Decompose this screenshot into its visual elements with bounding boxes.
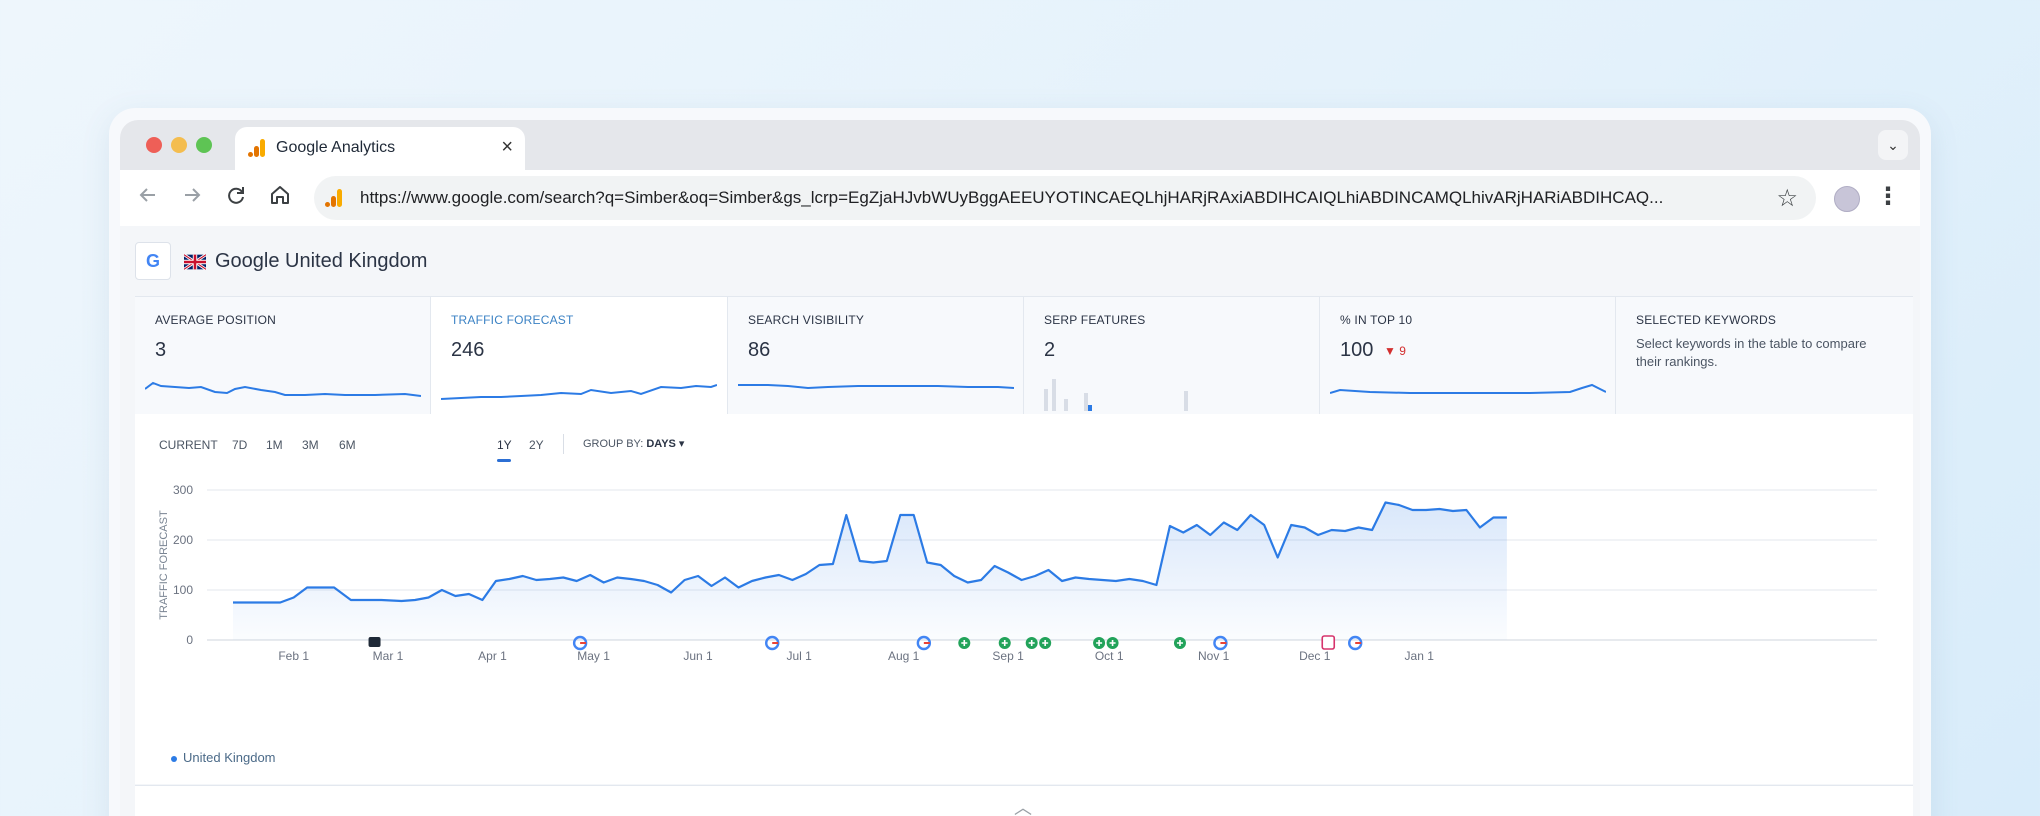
forward-icon[interactable] <box>178 184 206 212</box>
group-by-dropdown[interactable]: GROUP BY: DAYS ▾ <box>583 437 684 450</box>
y-tick-label: 100 <box>173 583 193 597</box>
range-3m[interactable]: 3M <box>302 438 319 452</box>
metrics-row: AVERAGE POSITION 3 TRAFFIC FORECAST 246 … <box>135 296 1913 415</box>
x-tick-label: Dec 1 <box>1299 649 1331 663</box>
sparkline <box>738 384 1014 390</box>
maximize-window-button[interactable] <box>196 137 212 153</box>
metric-search-visibility[interactable]: SEARCH VISIBILITY 86 <box>728 297 1024 415</box>
x-tick-label: Oct 1 <box>1095 649 1124 663</box>
google-logo-icon: G <box>135 242 171 280</box>
range-7d[interactable]: 7D <box>232 438 247 452</box>
y-tick-label: 300 <box>173 483 193 497</box>
google-analytics-icon <box>248 139 265 157</box>
x-tick-label: Jun 1 <box>683 649 713 663</box>
x-tick-label: Jan 1 <box>1405 649 1435 663</box>
y-axis-label: TRAFFIC FORECAST <box>158 510 170 620</box>
home-icon[interactable] <box>266 184 294 212</box>
y-tick-label: 200 <box>173 533 193 547</box>
metric-label: % IN TOP 10 <box>1340 313 1413 327</box>
profile-avatar[interactable] <box>1834 186 1860 212</box>
x-tick-label: Mar 1 <box>373 649 404 663</box>
metric-description: Select keywords in the table to compare … <box>1636 336 1867 369</box>
tab-search-dropdown-icon[interactable]: ⌄ <box>1878 130 1908 160</box>
tab-strip: Google Analytics × ⌄ <box>120 120 1920 170</box>
legend-label: United Kingdom <box>183 750 276 765</box>
metric-value: 2 <box>1044 339 1056 361</box>
serp-bars <box>1044 379 1188 411</box>
series-area-united-kingdom <box>233 502 1507 640</box>
browser-toolbar: https://www.google.com/search?q=Simber&o… <box>120 170 1920 226</box>
site-analytics-icon <box>325 189 342 207</box>
metric-delta: ▼ 9 <box>1384 344 1406 358</box>
x-tick-label: Feb 1 <box>278 649 309 663</box>
tab-title: Google Analytics <box>276 139 396 156</box>
collapse-bar[interactable]: ︿ <box>135 785 1913 816</box>
metric-value: 86 <box>748 339 771 361</box>
address-bar[interactable]: https://www.google.com/search?q=Simber&o… <box>314 176 1816 220</box>
more-menu-icon[interactable]: ⋮ <box>1876 182 1900 211</box>
metric-label: SEARCH VISIBILITY <box>748 313 865 327</box>
x-tick-label: Jul 1 <box>786 649 812 663</box>
region-title: Google United Kingdom <box>215 250 428 272</box>
range-6m[interactable]: 6M <box>339 438 356 452</box>
metric-value: 246 <box>451 339 485 361</box>
tab-close-icon[interactable]: × <box>501 136 513 159</box>
traffic-chart-panel: CURRENT 7D 1M 3M 6M 1Y 2Y GROUP BY: DAYS … <box>135 414 1913 784</box>
range-current[interactable]: CURRENT <box>159 438 218 452</box>
url-text[interactable]: https://www.google.com/search?q=Simber&o… <box>360 188 1760 208</box>
metric-serp-features[interactable]: SERP FEATURES 2 <box>1024 297 1320 415</box>
sparkline <box>1330 383 1606 394</box>
metric-label: TRAFFIC FORECAST <box>451 313 574 327</box>
metric-label: SERP FEATURES <box>1044 313 1146 327</box>
chevron-up-icon[interactable]: ︿ <box>1014 794 1032 816</box>
legend-item-united-kingdom[interactable]: United Kingdom <box>171 750 276 765</box>
sparkline <box>441 384 717 400</box>
note-icon <box>368 637 381 647</box>
x-tick-label: Nov 1 <box>1198 649 1230 663</box>
close-window-button[interactable] <box>146 137 162 153</box>
divider <box>563 434 564 454</box>
tab-google-analytics[interactable]: Google Analytics × <box>235 127 525 170</box>
metric-label: AVERAGE POSITION <box>155 313 277 327</box>
sparkline <box>145 381 421 397</box>
metric-traffic-forecast[interactable]: TRAFFIC FORECAST 246 <box>431 297 728 415</box>
selected-range-indicator <box>497 459 511 462</box>
range-2y[interactable]: 2Y <box>529 438 544 452</box>
range-1y[interactable]: 1Y <box>497 438 512 452</box>
metric-label: SELECTED KEYWORDS <box>1636 313 1777 327</box>
uk-flag-icon <box>184 254 206 270</box>
metric-value: 100 <box>1340 339 1374 361</box>
metric-in-top-10[interactable]: % IN TOP 10 100 ▼ 9 <box>1320 297 1616 415</box>
metric-average-position[interactable]: AVERAGE POSITION 3 <box>135 297 431 415</box>
group-by-value: DAYS ▾ <box>646 438 685 450</box>
reload-icon[interactable] <box>222 184 250 212</box>
traffic-forecast-chart: 0 100 200 300 TRAFFIC FORECAST Feb 1 Mar 1 Apr … <box>158 483 1877 663</box>
minimize-window-button[interactable] <box>171 137 187 153</box>
metric-selected-keywords: SELECTED KEYWORDS Select keywords in the… <box>1616 297 1913 415</box>
x-tick-label: Apr 1 <box>478 649 507 663</box>
legend-dot <box>171 755 177 762</box>
x-tick-label: Sep 1 <box>992 649 1024 663</box>
back-icon[interactable] <box>134 184 162 212</box>
serp-change-icon <box>1321 635 1336 650</box>
y-tick-label: 0 <box>186 633 193 647</box>
range-1m[interactable]: 1M <box>266 438 283 452</box>
browser-window: Google Analytics × ⌄ https://www.google.… <box>120 120 1920 816</box>
star-icon[interactable]: ☆ <box>1776 184 1798 213</box>
x-tick-label: May 1 <box>577 649 610 663</box>
page-content: G Google United Kingdom AVERAGE POSITION… <box>120 226 1920 816</box>
metric-value: 3 <box>155 339 167 361</box>
x-tick-label: Aug 1 <box>888 649 920 663</box>
group-by-label: GROUP BY: <box>583 438 644 450</box>
